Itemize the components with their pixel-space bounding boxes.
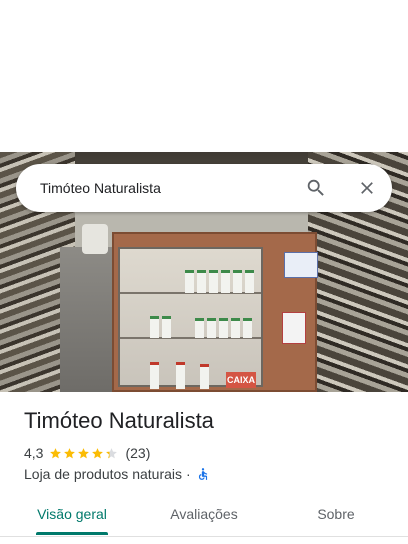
photo-product (233, 270, 242, 293)
photo-display-case (118, 247, 263, 387)
tab-about[interactable]: Sobre (286, 494, 386, 534)
active-tab-indicator (36, 532, 108, 535)
photo-product (231, 318, 240, 338)
photo-product (209, 270, 218, 293)
search-button[interactable] (300, 172, 332, 204)
category-row: Loja de produtos naturais · (24, 465, 210, 483)
photo-product (197, 270, 206, 293)
photo-product (245, 270, 254, 293)
close-button[interactable] (351, 172, 383, 204)
photo-product (207, 318, 216, 338)
tab-overview[interactable]: Visão geral (22, 494, 122, 534)
map-blank-area (0, 0, 408, 152)
tab-reviews[interactable]: Avaliações (154, 494, 254, 534)
close-icon (357, 178, 377, 198)
review-count: (23) (125, 445, 151, 461)
photo-chair (82, 224, 108, 254)
star-icon (64, 447, 76, 458)
photo-product (150, 362, 159, 389)
search-icon (305, 177, 327, 199)
photo-product (185, 270, 194, 293)
rating-row[interactable]: 4,3 (23) (24, 444, 150, 462)
photo-no-smoking-sign (282, 312, 306, 344)
star-icon (92, 447, 104, 458)
star-icon (106, 447, 118, 458)
photo-product (200, 364, 209, 389)
photo-product (150, 316, 159, 338)
search-bar[interactable]: Timóteo Naturalista (16, 164, 392, 212)
photo-caixa-sign: CAIXA (226, 372, 256, 388)
place-category: Loja de produtos naturais (24, 466, 182, 482)
wheelchair-accessible-icon (196, 467, 210, 481)
photo-product (195, 318, 204, 338)
photo-notice-sign (284, 252, 318, 278)
photo-product (243, 318, 252, 338)
tabs-divider (0, 536, 408, 537)
photo-product (162, 316, 171, 338)
search-input[interactable]: Timóteo Naturalista (40, 164, 161, 212)
star-icon (50, 447, 62, 458)
place-name: Timóteo Naturalista (24, 408, 214, 433)
star-rating (49, 447, 119, 460)
separator-dot: · (186, 466, 191, 482)
photo-product (219, 318, 228, 338)
photo-product (221, 270, 230, 293)
photo-product (176, 362, 185, 389)
place-tabs: Visão geral Avaliações Sobre (0, 494, 408, 536)
star-icon (78, 447, 90, 458)
rating-value: 4,3 (24, 445, 44, 461)
